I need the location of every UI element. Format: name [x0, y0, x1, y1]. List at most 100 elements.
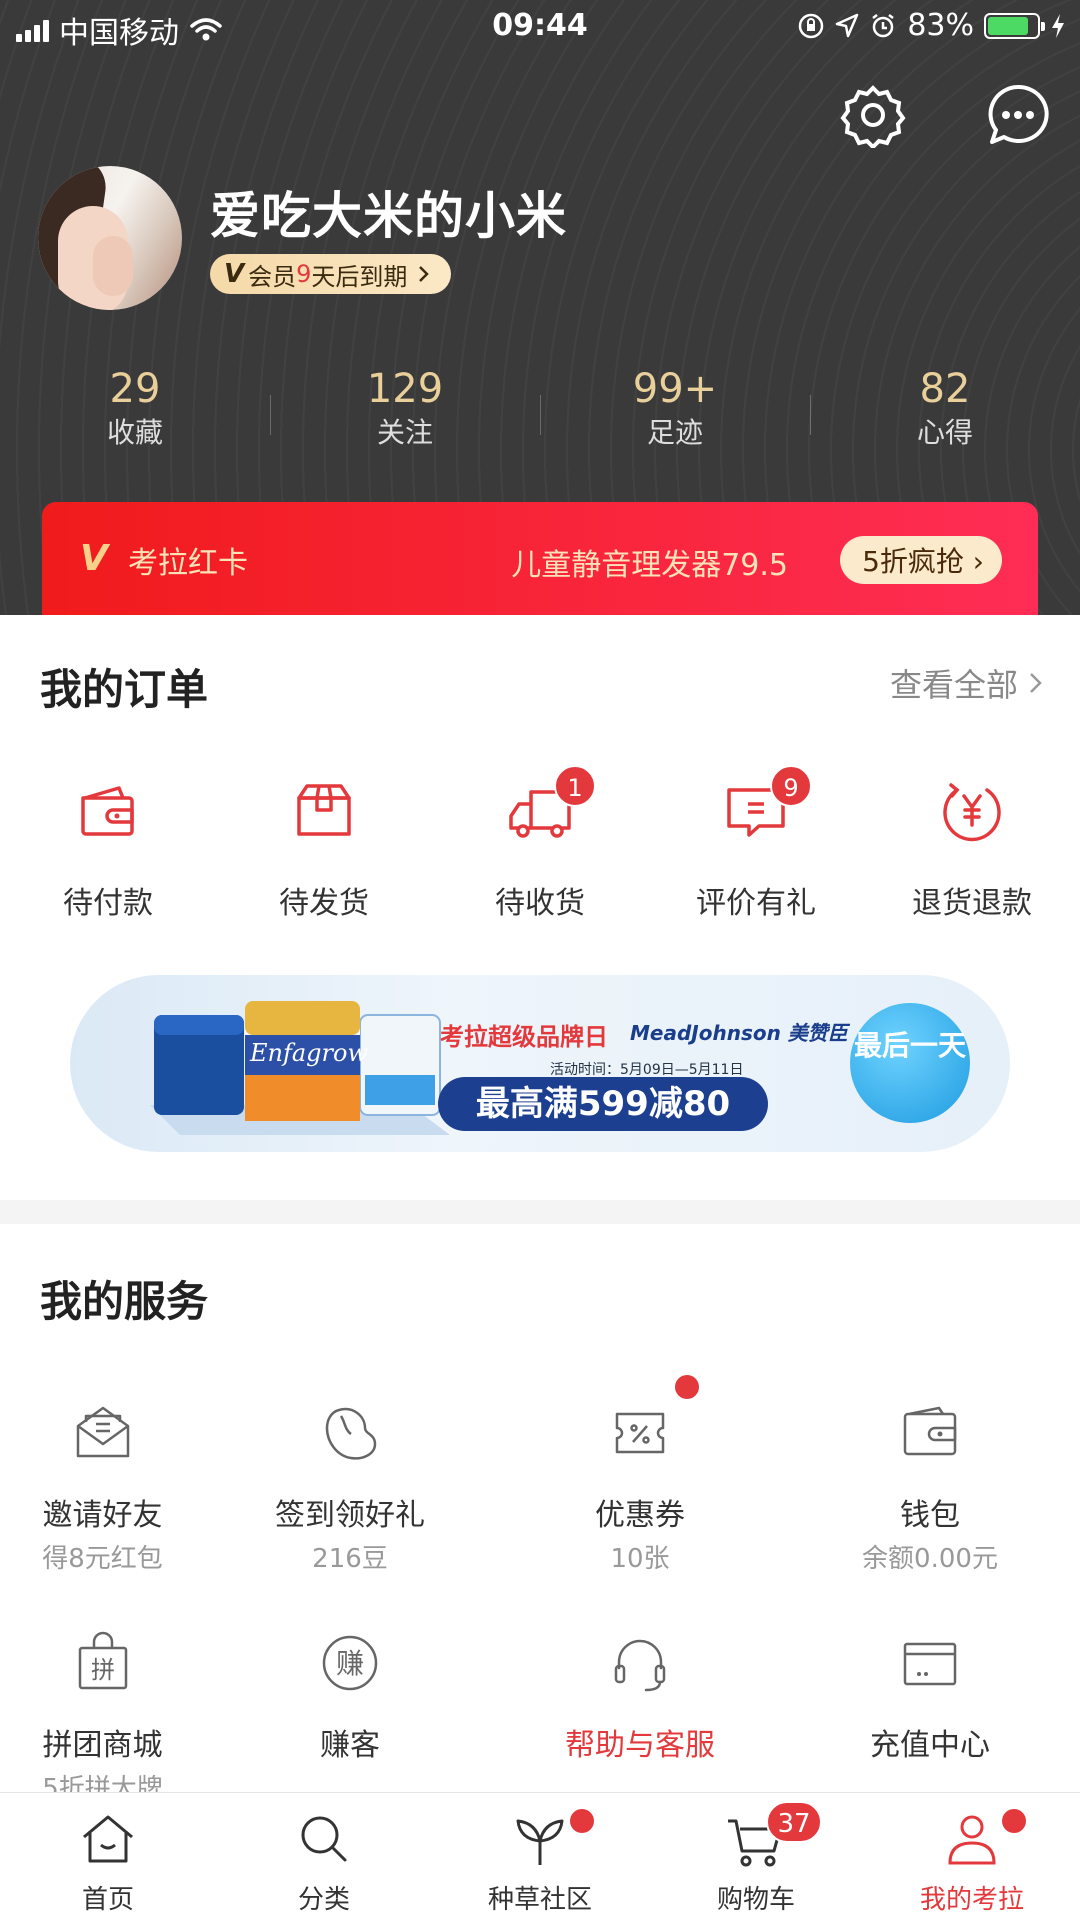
stat-history[interactable]: 99+ 足迹	[540, 365, 810, 465]
order-status-row: 待付款 待发货 1 待收货 9 评价有礼 退货退款	[0, 765, 1080, 930]
wallet-icon	[81, 786, 134, 836]
order-badge: 1	[554, 765, 596, 807]
message-icon[interactable]	[985, 82, 1051, 148]
service-label: 钱包	[900, 1498, 960, 1533]
service-label: 签到领好礼	[275, 1498, 425, 1533]
tab-category[interactable]: 分类	[216, 1793, 432, 1921]
stat-label: 关注	[376, 416, 433, 449]
tab-community[interactable]: 种草社区	[432, 1793, 648, 1921]
red-card-button[interactable]: 5折疯抢 ›	[840, 536, 1002, 584]
order-review[interactable]: 9 评价有礼	[648, 765, 864, 930]
box-icon	[297, 784, 351, 836]
services-row-1: 邀请好友 得8元红包 签到领好礼 216豆 优惠券 10张 钱包 余额0.00元	[0, 1375, 1080, 1575]
chevron-right-icon	[1030, 673, 1042, 693]
tab-label: 种草社区	[487, 1885, 592, 1915]
coupon-icon	[615, 1412, 665, 1454]
view-all-label: 查看全部	[889, 666, 1018, 704]
svg-text:拼: 拼	[91, 1656, 115, 1684]
order-label: 退货退款	[912, 886, 1032, 921]
charging-icon	[1052, 13, 1064, 38]
service-wallet[interactable]: 钱包 余额0.00元	[785, 1400, 1075, 1575]
coupon-red-dot	[675, 1375, 699, 1399]
banner-offer: 最高满599减80	[438, 1077, 768, 1131]
tab-label: 我的考拉	[919, 1885, 1024, 1915]
order-refund[interactable]: 退货退款	[864, 770, 1080, 930]
avatar[interactable]	[38, 166, 182, 310]
svg-text:赚: 赚	[336, 1647, 364, 1680]
stat-value: 82	[919, 366, 971, 412]
tab-label: 首页	[81, 1885, 134, 1915]
banner-brand2: MeadJohnson 美赞臣	[630, 1021, 848, 1045]
recharge-icon	[903, 1642, 957, 1686]
tab-cart[interactable]: 37 购物车	[648, 1793, 864, 1921]
service-sub: 余额0.00元	[862, 1544, 998, 1574]
services-row-2: 拼 拼团商城 5折拼大牌 赚 赚客 帮助与客服 充值中心	[0, 1630, 1080, 1805]
stat-label: 心得	[916, 416, 973, 449]
battery-percent: 83%	[907, 8, 974, 43]
bottom-tab-bar: 首页 分类 种草社区 37 购物车 我的考拉	[0, 1792, 1080, 1921]
order-label: 评价有礼	[696, 886, 816, 921]
stat-favorites[interactable]: 29 收藏	[0, 365, 270, 465]
tab-my-kaola[interactable]: 我的考拉	[864, 1793, 1080, 1921]
order-pending-payment[interactable]: 待付款	[0, 770, 216, 930]
stat-value: 29	[109, 366, 161, 412]
service-label: 优惠券	[595, 1498, 685, 1533]
vip-v-icon: V	[224, 259, 245, 289]
red-card-v-icon: V	[80, 538, 108, 579]
vip-suffix: 天后到期	[311, 262, 408, 291]
profile-stats: 29 收藏 129 关注 99+ 足迹 82 心得	[0, 365, 1080, 465]
service-earn[interactable]: 赚 赚客	[205, 1630, 495, 1805]
group-buy-icon: 拼	[78, 1631, 127, 1690]
service-group-buy[interactable]: 拼 拼团商城 5折拼大牌	[0, 1630, 205, 1805]
service-label: 拼团商城	[42, 1728, 163, 1763]
home-icon	[83, 1815, 133, 1863]
vip-expiry-badge[interactable]: V 会员 9 天后到期	[210, 254, 452, 294]
order-pending-receipt[interactable]: 1 待收货	[432, 765, 648, 930]
section-divider	[0, 1200, 1080, 1224]
stat-following[interactable]: 129 关注	[270, 365, 540, 465]
svg-text:Enfagrow: Enfagrow	[249, 1039, 368, 1067]
order-label: 待发货	[279, 886, 369, 921]
username: 爱吃大米的小米	[210, 187, 567, 245]
banner-last-day[interactable]: 最后一天	[850, 1003, 970, 1123]
my-red-dot	[1002, 1809, 1026, 1833]
stat-reviews[interactable]: 82 心得	[810, 365, 1080, 465]
earn-icon: 赚	[322, 1635, 378, 1691]
search-icon	[301, 1816, 347, 1862]
service-sub: 216豆	[312, 1544, 388, 1574]
service-sub: 10张	[610, 1544, 670, 1574]
stat-value: 129	[366, 366, 444, 412]
promo-banner[interactable]: Enfagrow 考拉超级品牌日 MeadJohnson 美赞臣 活动时间：5月…	[70, 975, 1010, 1152]
service-checkin[interactable]: 签到领好礼 216豆	[205, 1400, 495, 1575]
battery-icon	[984, 12, 1045, 39]
red-card-promo: 儿童静音理发器79.5	[511, 548, 788, 583]
order-pending-shipment[interactable]: 待发货	[216, 770, 432, 930]
service-label: 赚客	[320, 1728, 380, 1763]
order-badge: 9	[770, 765, 812, 807]
orders-title: 我的订单	[40, 665, 209, 714]
service-coupons[interactable]: 优惠券 10张	[495, 1375, 785, 1575]
stat-value: 99+	[632, 366, 718, 412]
tab-label: 分类	[297, 1885, 350, 1915]
view-all-orders[interactable]: 查看全部	[890, 660, 1044, 706]
status-bar: 中国移动 09:44 83%	[0, 0, 1080, 54]
formula-cans-image: Enfagrow	[150, 1001, 450, 1135]
banner-date: 活动时间：5月09日—5月11日	[550, 1062, 744, 1078]
sprout-icon	[516, 1819, 564, 1865]
tab-home[interactable]: 首页	[0, 1793, 216, 1921]
service-help[interactable]: 帮助与客服	[495, 1630, 785, 1805]
location-icon	[836, 13, 859, 37]
service-label: 邀请好友	[42, 1498, 163, 1533]
profile-header: 中国移动 09:44 83% 爱吃大米的小米 V 会员 9 天后到期 29 收藏…	[0, 0, 1080, 615]
cart-badge: 37	[766, 1801, 822, 1843]
stat-label: 足迹	[646, 416, 703, 449]
order-label: 待收货	[495, 886, 585, 921]
headset-icon	[614, 1639, 666, 1692]
service-invite[interactable]: 邀请好友 得8元红包	[0, 1400, 205, 1575]
vip-days: 9	[296, 260, 312, 288]
order-label: 待付款	[63, 886, 153, 921]
service-recharge[interactable]: 充值中心	[785, 1630, 1075, 1805]
red-card-banner[interactable]: V 考拉红卡 儿童静音理发器79.5 5折疯抢 ›	[42, 502, 1038, 615]
user-icon	[948, 1815, 996, 1865]
settings-gear-icon[interactable]	[840, 82, 906, 148]
